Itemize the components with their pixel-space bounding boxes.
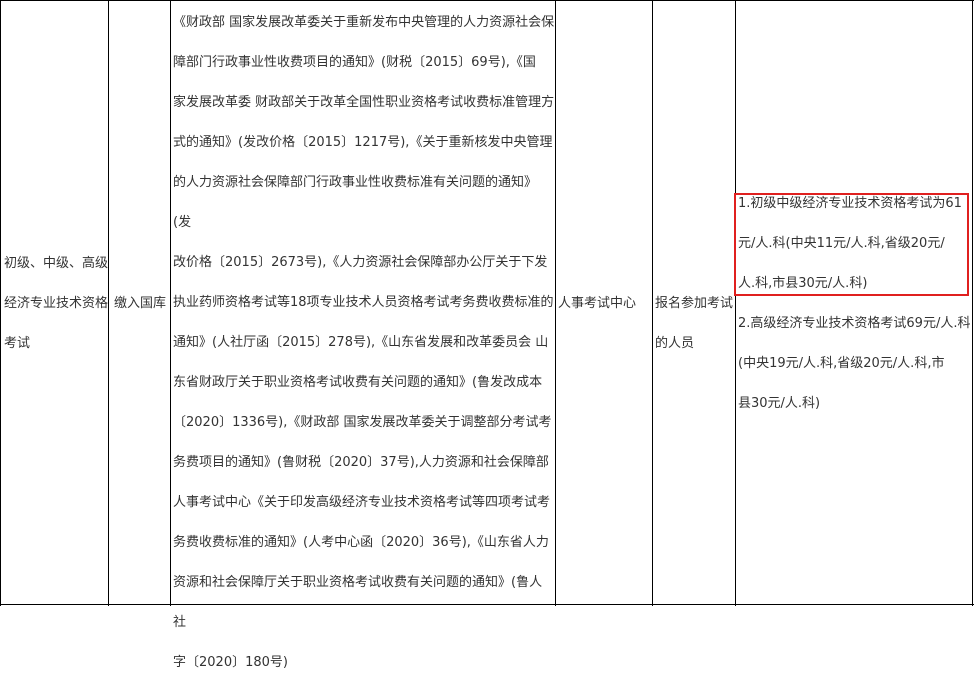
highlight-box [734,193,969,296]
row-border [0,0,974,1]
collector-cell: 人事考试中心 [558,296,637,311]
exam-name-cell: 初级、中级、高级 经济专业技术资格 考试 [4,256,109,351]
payment-cell: 缴入国库 [114,296,167,311]
column-border [0,0,1,606]
column-border [555,0,556,606]
column-border [972,0,973,606]
fee-standard-senior: 2.高级经济专业技术资格考试69元/人.科 (中央19元/人.科,省级20元/人… [738,316,971,411]
fee-table: 初级、中级、高级 经济专业技术资格 考试 缴入国库 《财政部 国家发展改革委关于… [0,0,974,670]
column-border [735,0,736,606]
column-border [652,0,653,606]
policy-basis-cell: 《财政部 国家发展改革委关于重新发布中央管理的人力资源社会保 障部门行政事业性收… [173,15,555,670]
payer-cell: 报名参加考试 的人员 [655,296,734,351]
column-border [170,0,171,606]
column-border [108,0,109,606]
